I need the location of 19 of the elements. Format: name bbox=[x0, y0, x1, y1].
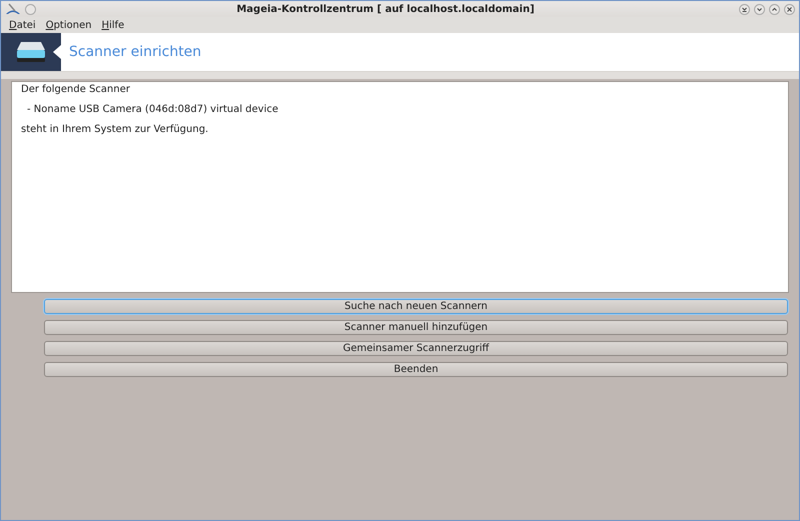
window-title: Mageia-Kontrollzentrum [ auf localhost.localdomain] bbox=[236, 4, 536, 14]
page-title: Scanner einrichten bbox=[69, 44, 202, 60]
message-text: steht in Ihrem System zur Verfügung. bbox=[21, 124, 210, 135]
scanner-list-item: - Noname USB Camera (046d:08d7) virtual device bbox=[26, 104, 280, 115]
maximize-button[interactable] bbox=[769, 4, 780, 14]
action-button[interactable]: Scanner manuell hinzufügen bbox=[44, 320, 788, 335]
close-button[interactable] bbox=[784, 4, 795, 14]
menu-item[interactable]: Datei bbox=[9, 20, 36, 30]
menu-item[interactable]: Hilfe bbox=[102, 20, 124, 30]
action-button[interactable]: Suche nach neuen Scannern bbox=[44, 299, 788, 314]
app-icon bbox=[5, 3, 21, 15]
menu-item[interactable]: Optionen bbox=[46, 20, 92, 30]
keep-below-button[interactable] bbox=[739, 4, 750, 14]
minimize-button[interactable] bbox=[754, 4, 765, 14]
action-button[interactable]: Gemeinsamer Scannerzugriff bbox=[44, 341, 788, 356]
message-text: Der folgende Scanner bbox=[21, 84, 131, 95]
scanner-icon bbox=[15, 41, 47, 63]
pointer-notch-icon bbox=[53, 45, 61, 59]
action-button[interactable]: Beenden bbox=[44, 362, 788, 377]
